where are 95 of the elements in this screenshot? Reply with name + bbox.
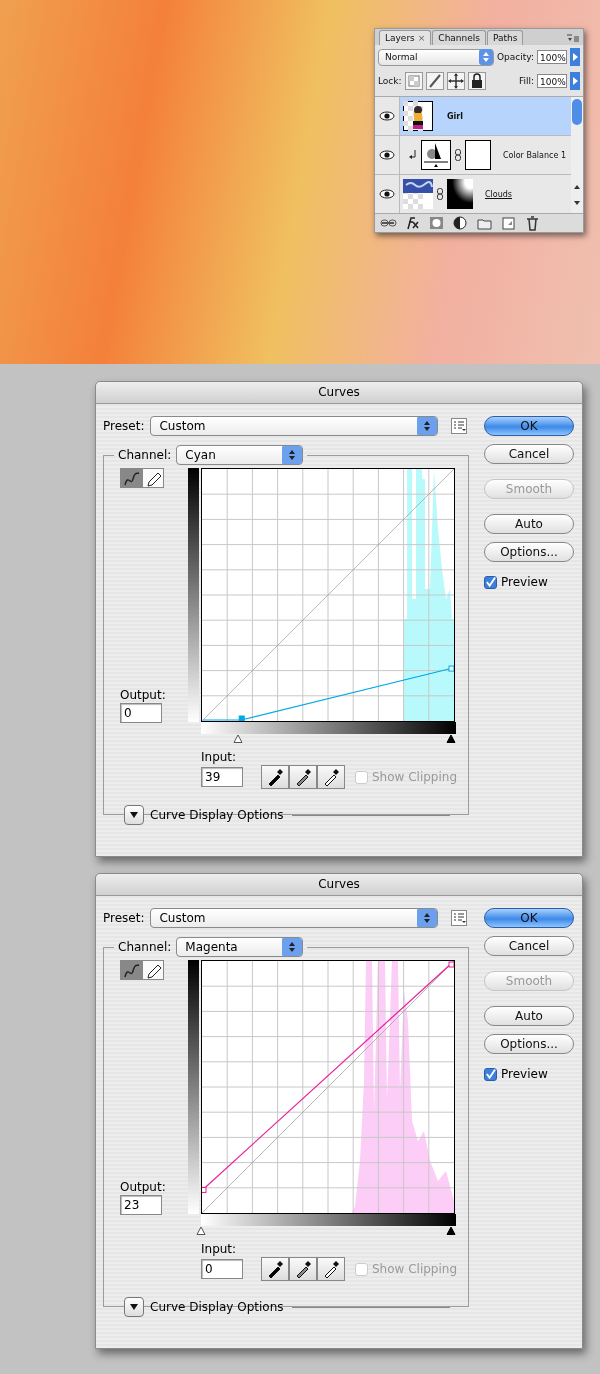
preset-dropdown[interactable]: Custom <box>150 416 439 436</box>
channel-label: Channel: <box>118 940 172 954</box>
stepper-icon <box>417 909 438 927</box>
mask-icon[interactable] <box>427 214 446 232</box>
pencil-tool-button[interactable] <box>142 468 164 488</box>
checkbox[interactable] <box>484 575 497 589</box>
layer-row[interactable]: Clouds <box>375 175 571 214</box>
input-field[interactable]: 39 <box>201 767 243 787</box>
stepper-icon <box>282 938 303 956</box>
panel-menu-icon[interactable] <box>566 33 580 43</box>
mask-thumbnail <box>447 179 473 209</box>
window-title: Curves <box>96 874 582 896</box>
control-point[interactable] <box>448 961 455 968</box>
layer-thumbnail <box>403 179 433 209</box>
eye-icon[interactable] <box>379 111 395 121</box>
dialog-button[interactable]: Options... <box>484 542 574 562</box>
dialog-button[interactable]: Auto <box>484 1006 574 1026</box>
dialog-button[interactable]: Cancel <box>484 936 574 956</box>
channel-dropdown[interactable]: Cyan <box>176 445 304 465</box>
half-circle-icon[interactable] <box>451 214 470 232</box>
new-layer-icon[interactable] <box>499 214 518 232</box>
dialog-button[interactable]: Cancel <box>484 444 574 464</box>
output-field[interactable]: 23 <box>120 1195 162 1215</box>
fill-label: Fill: <box>518 76 534 86</box>
disclosure-button[interactable] <box>124 1297 144 1317</box>
checkbox-label: Preview <box>501 575 548 589</box>
checkmark-icon <box>485 1068 496 1080</box>
lock-icon[interactable] <box>467 72 486 90</box>
adjustment-thumbnail <box>421 140 451 170</box>
layer-row[interactable]: Girl <box>375 97 571 136</box>
input-label: Input: <box>201 1242 238 1256</box>
curve-tool-button[interactable] <box>120 468 142 488</box>
stepper-icon <box>282 446 303 464</box>
panel-tab[interactable]: Channels <box>432 30 486 45</box>
fill-field[interactable]: 100% <box>537 74 567 88</box>
checkbox-label: Show Clipping <box>372 770 458 784</box>
dialog-button[interactable]: Options... <box>484 1034 574 1054</box>
preset-label: Preset: <box>103 911 145 925</box>
panel-tab[interactable]: Paths <box>487 30 524 45</box>
eyedropper-button[interactable] <box>289 765 317 789</box>
eyedropper-button[interactable] <box>261 765 289 789</box>
slider-handle[interactable] <box>196 1226 206 1235</box>
control-point[interactable] <box>448 665 455 672</box>
eyedropper-button[interactable] <box>317 1257 345 1281</box>
layer-name: Color Balance 1 <box>503 150 566 160</box>
panel-tab[interactable]: Layers × <box>379 30 432 45</box>
opacity-field[interactable]: 100% <box>537 50 567 64</box>
output-label: Output: <box>120 1180 167 1194</box>
section-label: Curve Display Options <box>150 808 284 822</box>
blend-mode-dropdown[interactable]: Normal <box>378 48 494 66</box>
dialog-button[interactable]: OK <box>484 908 574 928</box>
checkbox-label: Preview <box>501 1067 548 1081</box>
brush-icon[interactable] <box>425 72 444 90</box>
preset-label: Preset: <box>103 419 145 433</box>
scrollbar[interactable] <box>571 97 583 213</box>
dialog-button[interactable]: OK <box>484 416 574 436</box>
channel-label: Channel: <box>118 448 172 462</box>
stepper-icon <box>417 417 438 435</box>
pencil-tool-button[interactable] <box>142 960 164 980</box>
chain-link-icon <box>437 188 443 200</box>
preset-dropdown[interactable]: Custom <box>150 908 439 928</box>
stepper-icon <box>479 49 493 65</box>
window-title: Curves <box>96 382 582 404</box>
transparency-lock-icon[interactable] <box>404 72 423 90</box>
curve-tool-button[interactable] <box>120 960 142 980</box>
section-label: Curve Display Options <box>150 1300 284 1314</box>
layer-name: Girl <box>447 111 463 121</box>
eye-icon[interactable] <box>379 189 395 199</box>
eyedropper-button[interactable] <box>261 1257 289 1281</box>
eye-icon[interactable] <box>379 150 395 160</box>
preset-options-icon[interactable] <box>451 910 468 926</box>
chain-link-icon <box>455 149 461 161</box>
preset-options-icon[interactable] <box>451 418 468 434</box>
move-icon[interactable] <box>446 72 465 90</box>
layer-thumbnail <box>403 101 433 131</box>
output-field[interactable]: 0 <box>120 703 162 723</box>
checkbox-label: Show Clipping <box>372 1262 458 1276</box>
control-point[interactable] <box>201 1186 207 1193</box>
input-label: Input: <box>201 750 238 764</box>
disclosure-button[interactable] <box>124 805 144 825</box>
lock-label: Lock: <box>378 76 402 86</box>
layer-row[interactable]: Color Balance 1 <box>375 136 571 175</box>
output-label: Output: <box>120 688 167 702</box>
dialog-button[interactable]: Auto <box>484 514 574 534</box>
channel-dropdown[interactable]: Magenta <box>176 937 304 957</box>
input-field[interactable]: 0 <box>201 1259 243 1279</box>
eyedropper-button[interactable] <box>317 765 345 789</box>
layer-name: Clouds <box>485 189 513 199</box>
checkmark-icon <box>485 576 496 588</box>
caret-down-icon <box>129 1303 139 1311</box>
eyedropper-button[interactable] <box>289 1257 317 1281</box>
mask-thumbnail <box>465 140 491 170</box>
checkbox[interactable] <box>484 1067 497 1081</box>
caret-down-icon <box>129 811 139 819</box>
opacity-label: Opacity: <box>497 52 534 62</box>
